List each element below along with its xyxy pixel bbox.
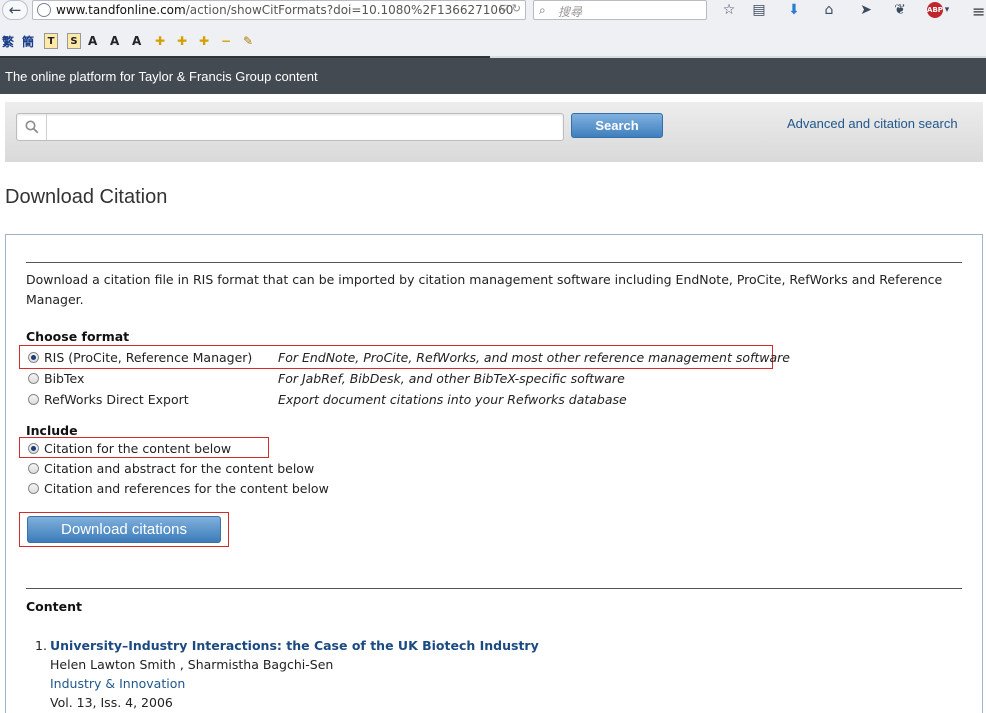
url-bar[interactable]: www.tandfonline.com/action/showCitFormat… (32, 0, 526, 20)
journal-link[interactable]: Industry & Innovation (50, 676, 185, 691)
citation-panel: Download a citation file in RIS format t… (5, 234, 983, 713)
format-option-description: For JabRef, BibDesk, and other BibTeX-sp… (278, 371, 625, 386)
include-option-citation[interactable]: Citation for the content below (28, 438, 231, 458)
s-icon[interactable]: S (67, 33, 81, 49)
format-option-bibtex[interactable]: BibTex (28, 368, 84, 388)
radio-button[interactable] (28, 442, 39, 454)
site-tagline: The online platform for Taylor & Francis… (5, 69, 318, 84)
home-icon[interactable]: ⌂ (818, 0, 840, 20)
article-title-link[interactable]: University–Industry Interactions: the Ca… (50, 638, 539, 653)
radio-button[interactable] (28, 482, 39, 494)
include-option-references[interactable]: Citation and references for the content … (28, 478, 329, 498)
item-number: 1. (35, 638, 47, 653)
divider (26, 262, 962, 263)
traditional-chinese-button[interactable]: 繁 (2, 33, 14, 49)
back-icon[interactable]: ← (2, 0, 28, 20)
site-header: The online platform for Taylor & Francis… (0, 56, 986, 94)
extension-toolbar: 繁 簡 T S A A A ✚ ✚ ✚ − ✎ (0, 30, 986, 52)
url-text: www.tandfonline.com/action/showCitFormat… (56, 3, 514, 17)
include-option-label: Citation and references for the content … (44, 480, 329, 496)
include-option-label: Citation for the content below (44, 440, 232, 456)
radio-button[interactable] (28, 393, 39, 405)
add-icon[interactable]: ✚ (155, 33, 165, 49)
format-option-refworks[interactable]: RefWorks Direct Export (28, 389, 189, 409)
browser-chrome: ← www.tandfonline.com/action/showCitForm… (0, 0, 986, 56)
chevron-down-icon[interactable]: ▾ (940, 0, 954, 20)
content-heading: Content (26, 599, 82, 614)
search-button[interactable]: Search (571, 113, 663, 138)
browser-search-input[interactable]: ⌕ 搜尋 (533, 0, 707, 20)
download-icon[interactable]: ⬇ (783, 0, 805, 20)
format-option-description: For EndNote, ProCite, RefWorks, and most… (278, 350, 790, 365)
send-icon[interactable]: ➤ (855, 0, 877, 20)
format-option-ris[interactable]: RIS (ProCite, Reference Manager) (28, 347, 252, 367)
minus-icon[interactable]: − (221, 33, 231, 49)
search-icon (17, 114, 47, 140)
format-option-description: Export document citations into your Refw… (278, 392, 627, 407)
intro-text: Download a citation file in RIS format t… (26, 272, 943, 307)
extension-icon[interactable]: ❦ (889, 0, 911, 20)
font-size-icon[interactable]: A (88, 33, 97, 49)
radio-button[interactable] (28, 462, 39, 474)
format-option-label: RefWorks Direct Export (44, 391, 189, 407)
browser-nav-bar: ← www.tandfonline.com/action/showCitForm… (0, 0, 986, 22)
simplified-chinese-button[interactable]: 簡 (22, 33, 34, 49)
radio-button[interactable] (28, 372, 39, 384)
add-sub-icon[interactable]: ✚ (199, 33, 209, 49)
browser-search-placeholder: 搜尋 (558, 5, 583, 19)
format-option-label: RIS (ProCite, Reference Manager) (44, 349, 253, 365)
radio-button[interactable] (28, 351, 39, 363)
include-option-label: Citation and abstract for the content be… (44, 460, 315, 476)
text-icon[interactable]: T (44, 33, 58, 49)
font-reset-icon[interactable]: A (132, 33, 141, 49)
add-top-icon[interactable]: ✚ (177, 33, 187, 49)
url-controls[interactable]: ▽ ↻ (500, 2, 521, 15)
font-decrease-icon[interactable]: A (110, 33, 119, 49)
format-heading: Choose format (26, 329, 130, 344)
download-citations-button[interactable]: Download citations (27, 516, 221, 543)
article-volume: Vol. 13, Iss. 4, 2006 (50, 695, 173, 710)
include-heading: Include (26, 423, 78, 438)
divider (26, 588, 962, 589)
header-divider (490, 56, 986, 58)
advanced-search-link[interactable]: Advanced and citation search (787, 116, 958, 131)
bookmarks-list-icon[interactable]: ▤ (748, 0, 770, 20)
site-search-input[interactable] (16, 113, 564, 141)
article-authors: Helen Lawton Smith , Sharmistha Bagchi-S… (50, 657, 334, 672)
format-option-label: BibTex (44, 370, 85, 386)
include-option-abstract[interactable]: Citation and abstract for the content be… (28, 458, 314, 478)
bookmark-star-icon[interactable]: ☆ (718, 0, 740, 20)
menu-icon[interactable]: ≡ (972, 2, 985, 21)
search-area: Search Advanced and citation search (5, 102, 983, 162)
tool-icon[interactable]: ✎ (243, 33, 253, 49)
page-title: Download Citation (5, 186, 168, 208)
globe-icon (37, 3, 51, 17)
search-icon: ⌕ (539, 3, 546, 17)
